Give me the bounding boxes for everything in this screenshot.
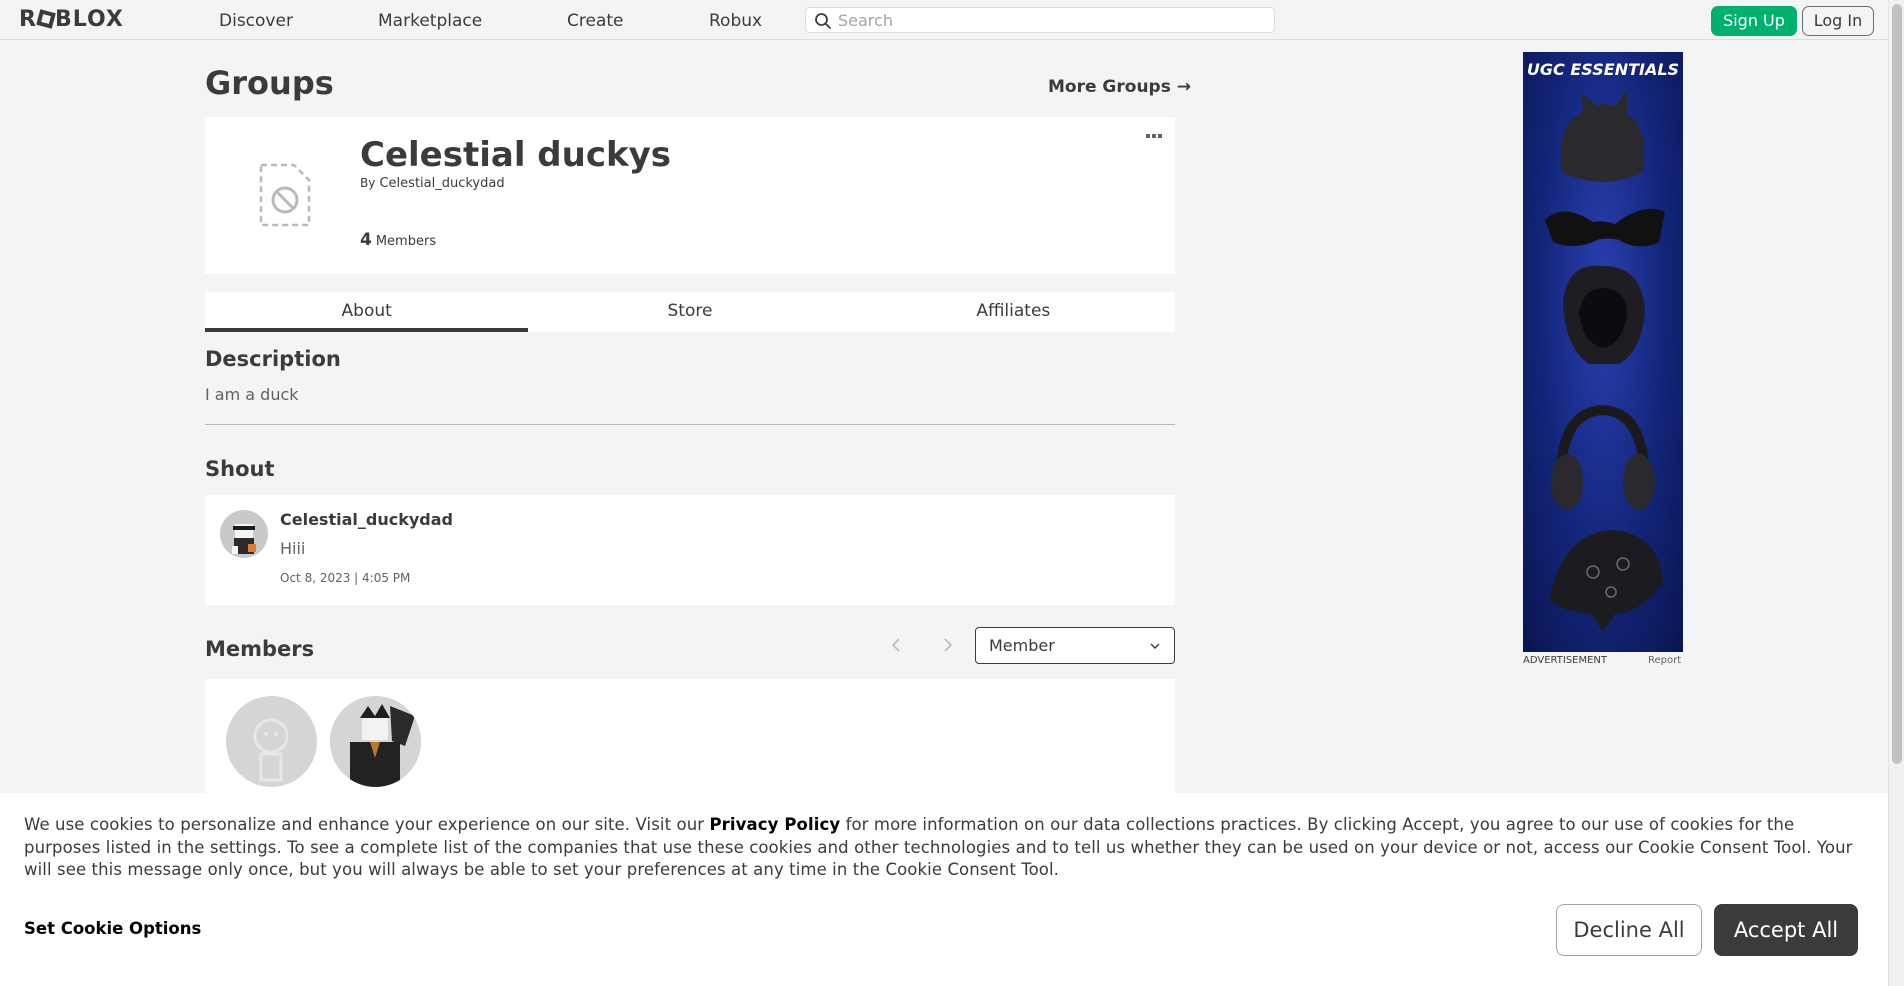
group-header-card: Celestial duckys By Celestial_duckydad 4… [205,117,1175,274]
accept-all-button[interactable]: Accept All [1714,904,1858,956]
more-groups-link[interactable]: More Groups → [1048,77,1191,97]
member-count-number: 4 [360,230,372,250]
nav-marketplace[interactable]: Marketplace [378,11,482,31]
page-scrollbar[interactable] [1888,0,1904,986]
chevron-left-icon[interactable] [885,634,907,656]
avatar-image [330,696,421,787]
group-tabs: About Store Affiliates [205,292,1175,332]
shout-heading: Shout [205,457,275,481]
page-title: Groups [205,64,334,102]
owner-link[interactable]: Celestial_duckydad [379,176,504,191]
default-avatar-icon [253,718,289,782]
owner-prefix: By [360,176,376,190]
role-dropdown-value: Member [989,636,1055,655]
logo-letters: BLOX [54,7,124,32]
avatar-image [232,524,256,554]
roblox-logo[interactable]: R BLOX [19,9,124,31]
logo-o-icon [36,9,56,29]
role-dropdown[interactable]: Member [975,627,1175,664]
nav-create[interactable]: Create [567,11,624,31]
logo-letter: R [19,7,37,32]
search-bar [805,7,1275,33]
scrollbar-thumb[interactable] [1892,4,1902,764]
nav-robux[interactable]: Robux [709,11,762,31]
advertisement-banner[interactable]: UGC ESSENTIALS [1523,52,1683,652]
decline-all-button[interactable]: Decline All [1556,904,1702,956]
tab-store[interactable]: Store [528,292,851,332]
ad-artwork-image [1545,90,1665,632]
log-in-button[interactable]: Log In [1802,6,1874,36]
members-heading: Members [205,637,315,661]
search-icon [815,13,831,29]
member-count: 4 Members [360,230,436,250]
shout-avatar[interactable] [220,510,268,558]
members-list [205,679,1175,799]
description-heading: Description [205,347,341,371]
section-divider [205,424,1175,425]
ad-label: ADVERTISEMENT [1523,655,1608,666]
search-input[interactable] [838,10,1268,30]
tab-affiliates[interactable]: Affiliates [852,292,1175,332]
shout-author[interactable]: Celestial_duckydad [280,510,453,529]
set-cookie-options-button[interactable]: Set Cookie Options [24,919,201,938]
more-options-icon[interactable] [1145,132,1163,140]
shout-timestamp: Oct 8, 2023 | 4:05 PM [280,571,411,585]
cookie-consent-banner: We use cookies to personalize and enhanc… [0,793,1888,986]
chevron-right-icon[interactable] [937,634,959,656]
shout-card: Celestial_duckydad Hiii Oct 8, 2023 | 4:… [205,495,1175,605]
top-navigation: R BLOX Discover Marketplace Create Robux … [0,0,1888,40]
member-avatar[interactable] [226,696,317,787]
cookie-text-before: We use cookies to personalize and enhanc… [24,815,710,834]
description-text: I am a duck [205,385,299,404]
member-count-label: Members [375,234,437,249]
ad-report-link[interactable]: Report [1648,655,1681,666]
group-name: Celestial duckys [360,135,672,175]
group-emblem-placeholder-icon [259,163,311,227]
nav-discover[interactable]: Discover [219,11,293,31]
member-avatar[interactable] [330,696,421,787]
cookie-message: We use cookies to personalize and enhanc… [24,814,1864,882]
privacy-policy-link[interactable]: Privacy Policy [709,815,840,834]
sign-up-button[interactable]: Sign Up [1711,6,1797,36]
chevron-down-icon [1150,643,1160,649]
group-owner: By Celestial_duckydad [360,176,505,191]
shout-message: Hiii [280,539,306,558]
tab-about[interactable]: About [205,292,529,332]
